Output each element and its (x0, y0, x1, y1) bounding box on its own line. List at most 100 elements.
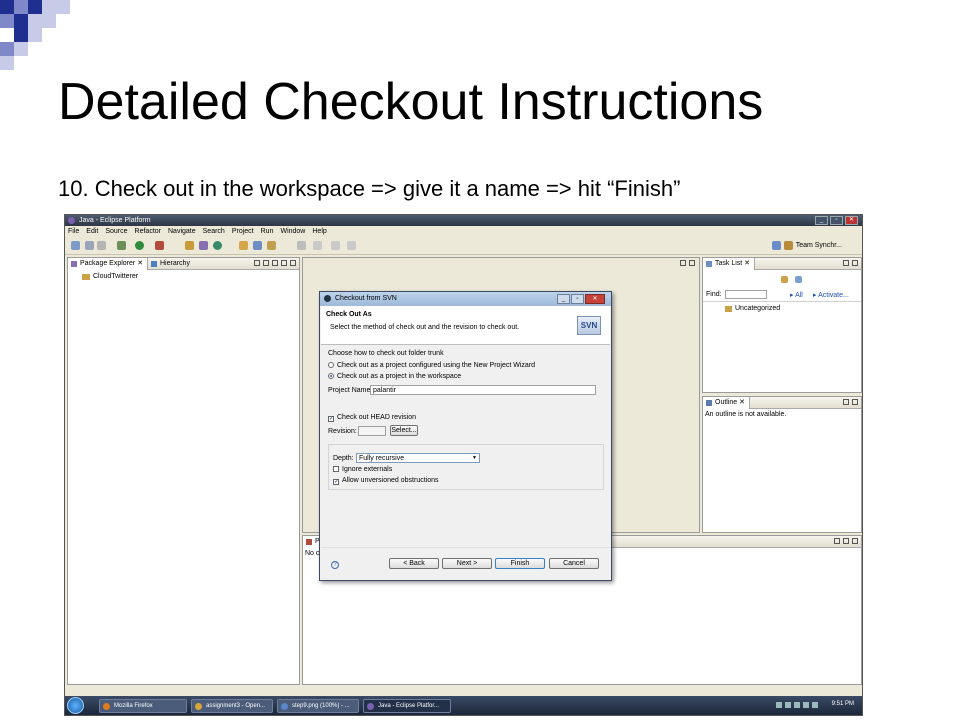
view-menu-icon[interactable] (272, 260, 278, 266)
back-icon[interactable] (331, 241, 340, 250)
menu-file[interactable]: File (68, 226, 79, 237)
external-tools-icon[interactable] (155, 241, 164, 250)
taskbar-eclipse[interactable]: Java - Eclipse Platfor... (363, 699, 451, 713)
help-icon[interactable]: ? (331, 561, 339, 569)
annotation-icon[interactable] (297, 241, 306, 250)
bottom-menu-icon[interactable] (834, 538, 840, 544)
allow-unversioned-check[interactable]: ✓ (333, 479, 339, 485)
menu-project[interactable]: Project (232, 226, 254, 237)
tab-hierarchy[interactable]: Hierarchy (148, 258, 194, 270)
category-uncategorized[interactable]: Uncategorized (725, 305, 780, 312)
revision-input[interactable] (358, 426, 386, 436)
taskbar-firefox[interactable]: Mozilla Firefox (99, 699, 187, 713)
activate-link[interactable]: ▸ Activate... (813, 291, 849, 299)
next-button[interactable]: Next > (442, 558, 492, 569)
open-perspective-icon[interactable] (771, 241, 781, 250)
outline-minimize-icon[interactable] (843, 399, 849, 405)
collapse-all-icon[interactable] (254, 260, 260, 266)
option-workspace[interactable]: Check out as a project in the workspace (328, 373, 461, 380)
open-type-icon[interactable] (239, 241, 248, 250)
tray-network-icon[interactable] (776, 702, 782, 708)
outline-maximize-icon[interactable] (852, 399, 858, 405)
tray-volume-icon[interactable] (803, 702, 809, 708)
taskbar-image[interactable]: step9.png (100%) - ... (277, 699, 359, 713)
head-revision-checkbox[interactable]: ✓ Check out HEAD revision (328, 414, 416, 422)
taskbar-openoffice[interactable]: assignment3 - Open... (191, 699, 273, 713)
new-java-project-icon[interactable] (185, 241, 194, 250)
select-revision-button[interactable]: Select... (390, 425, 418, 436)
maximize-view-icon[interactable] (290, 260, 296, 266)
dialog-header: Check Out As Select the method of check … (321, 306, 610, 345)
team-sync-icon (783, 241, 793, 250)
new-icon[interactable] (71, 241, 80, 250)
menu-run[interactable]: Run (261, 226, 274, 237)
category-folder-icon (725, 306, 732, 312)
corner-square-2 (14, 0, 28, 14)
dialog-close-button[interactable]: ✕ (585, 294, 605, 304)
task-find-input[interactable] (725, 290, 767, 299)
depth-select[interactable]: Fully recursive ▼ (356, 453, 480, 463)
task-minimize-icon[interactable] (843, 260, 849, 266)
close-button[interactable]: ✕ (845, 216, 858, 225)
taskbar-clock[interactable]: 9:51 PM (832, 701, 854, 707)
tray-security-icon[interactable] (794, 702, 800, 708)
pencil-icon[interactable] (267, 241, 276, 250)
editor-maximize-icon[interactable] (689, 260, 695, 266)
back-button[interactable]: < Back (389, 558, 439, 569)
tab-package-explorer[interactable]: Package Explorer ✕ (68, 258, 149, 270)
forward-icon[interactable] (347, 241, 356, 250)
editor-minimize-icon[interactable] (680, 260, 686, 266)
menu-refactor[interactable]: Refactor (135, 226, 161, 237)
tab-task-list[interactable]: Task List ✕ (703, 258, 756, 270)
team-sync-perspective[interactable]: Team Synchr... (796, 242, 842, 249)
menu-search[interactable]: Search (203, 226, 225, 237)
prev-annotation-icon[interactable] (313, 241, 322, 250)
save-icon[interactable] (85, 241, 94, 250)
cancel-button[interactable]: Cancel (549, 558, 599, 569)
tab-task-list-label: Task List (715, 260, 743, 267)
dialog-maximize-button[interactable]: ▫ (571, 294, 584, 304)
openoffice-icon (195, 703, 202, 710)
finish-button[interactable]: Finish (495, 558, 545, 569)
ignore-externals-check[interactable] (333, 466, 339, 472)
menu-edit[interactable]: Edit (86, 226, 98, 237)
run-icon[interactable] (135, 241, 144, 250)
print-icon[interactable] (97, 241, 106, 250)
head-revision-check[interactable]: ✓ (328, 416, 334, 422)
menu-navigate[interactable]: Navigate (168, 226, 196, 237)
new-class-icon[interactable] (213, 241, 222, 250)
link-editor-icon[interactable] (263, 260, 269, 266)
menu-source[interactable]: Source (105, 226, 127, 237)
debug-icon[interactable] (117, 241, 126, 250)
task-filter-icon[interactable] (795, 276, 802, 283)
all-link[interactable]: ▸ All (790, 291, 803, 299)
dialog-minimize-button[interactable]: _ (557, 294, 570, 304)
maximize-button[interactable]: ▫ (830, 216, 843, 225)
bottom-maximize-icon[interactable] (852, 538, 858, 544)
start-button-icon[interactable] (67, 697, 84, 714)
minimize-button[interactable]: _ (815, 216, 828, 225)
checkout-dialog: Checkout from SVN _ ▫ ✕ Check Out As Sel… (319, 291, 612, 581)
new-package-icon[interactable] (199, 241, 208, 250)
ignore-externals-checkbox[interactable]: Ignore externals (333, 466, 392, 473)
bottom-minimize-icon[interactable] (843, 538, 849, 544)
corner-square-9 (42, 14, 56, 28)
tab-outline[interactable]: Outline ✕ (703, 397, 750, 409)
search-icon[interactable] (253, 241, 262, 250)
project-name-input[interactable]: palantir (370, 385, 596, 395)
radio-wizard[interactable] (328, 362, 334, 368)
allow-unversioned-checkbox[interactable]: ✓ Allow unversioned obstructions (333, 477, 439, 485)
firefox-icon (103, 703, 110, 710)
minimize-view-icon[interactable] (281, 260, 287, 266)
menu-window[interactable]: Window (280, 226, 305, 237)
new-task-icon[interactable] (781, 276, 788, 283)
task-maximize-icon[interactable] (852, 260, 858, 266)
option-new-project-wizard[interactable]: Check out as a project configured using … (328, 362, 535, 369)
menu-help[interactable]: Help (312, 226, 326, 237)
radio-workspace[interactable] (328, 373, 334, 379)
tray-battery-icon[interactable] (785, 702, 791, 708)
problems-message: No c (305, 550, 320, 557)
tray-power-icon[interactable] (812, 702, 818, 708)
corner-square-13 (14, 42, 28, 56)
project-tree-item[interactable]: CloudTwitterer (82, 273, 138, 280)
